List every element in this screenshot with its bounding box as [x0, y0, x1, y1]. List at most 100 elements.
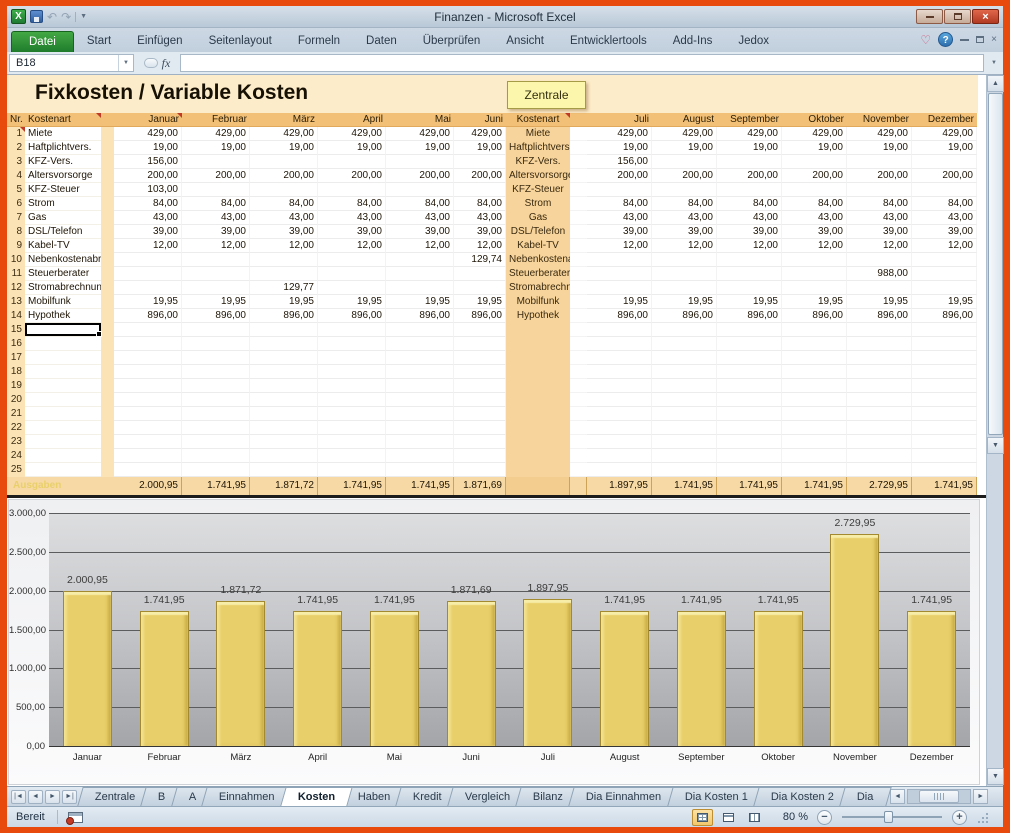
cell[interactable] — [847, 393, 912, 407]
cell[interactable]: 43,00 — [847, 211, 912, 225]
cell[interactable]: 39,00 — [182, 225, 250, 239]
minimize-ribbon-icon[interactable] — [960, 38, 969, 41]
cell[interactable] — [114, 253, 182, 267]
bar-dezember[interactable] — [907, 611, 956, 746]
cell[interactable] — [250, 155, 318, 169]
gap-cell[interactable] — [101, 393, 114, 407]
cell[interactable] — [652, 267, 717, 281]
cost-name-cell[interactable]: Hypothek — [25, 309, 101, 323]
cell[interactable] — [182, 281, 250, 295]
cell[interactable]: 84,00 — [587, 197, 652, 211]
cell[interactable]: 429,00 — [847, 127, 912, 141]
cell[interactable]: 19,95 — [782, 295, 847, 309]
ribbon-tab-add-ins[interactable]: Add-Ins — [660, 31, 726, 52]
cell[interactable] — [912, 379, 977, 393]
cell[interactable] — [454, 323, 506, 337]
scroll-down-icon[interactable]: ▼ — [987, 437, 1004, 454]
cell[interactable] — [652, 253, 717, 267]
header-month-januar[interactable]: Januar — [114, 113, 182, 127]
cell[interactable] — [386, 267, 454, 281]
cell[interactable]: 12,00 — [587, 239, 652, 253]
cell[interactable] — [717, 351, 782, 365]
cell[interactable] — [318, 267, 386, 281]
cell[interactable]: 200,00 — [782, 169, 847, 183]
cell[interactable] — [782, 393, 847, 407]
scroll-right-icon[interactable]: ► — [973, 789, 988, 804]
cell[interactable] — [782, 183, 847, 197]
cell[interactable] — [114, 393, 182, 407]
cell[interactable] — [847, 379, 912, 393]
cell[interactable] — [454, 463, 506, 477]
cell[interactable] — [454, 351, 506, 365]
cell[interactable]: 19,95 — [114, 295, 182, 309]
cell[interactable]: 39,00 — [847, 225, 912, 239]
cell[interactable] — [318, 435, 386, 449]
cell[interactable] — [454, 407, 506, 421]
cell[interactable] — [182, 407, 250, 421]
cell[interactable] — [114, 435, 182, 449]
cell[interactable]: 39,00 — [386, 225, 454, 239]
cost-name-cell[interactable]: KFZ-Vers. — [25, 155, 101, 169]
cell[interactable] — [454, 449, 506, 463]
cell[interactable] — [454, 155, 506, 169]
cell[interactable] — [847, 449, 912, 463]
cost-name-cell[interactable]: Altersvorsorge — [25, 169, 101, 183]
cell[interactable]: 19,95 — [318, 295, 386, 309]
cell[interactable] — [587, 253, 652, 267]
cell[interactable]: 19,00 — [587, 141, 652, 155]
cost-name-cell[interactable]: KFZ-Steuer — [25, 183, 101, 197]
cell[interactable]: 43,00 — [652, 211, 717, 225]
cell[interactable] — [782, 267, 847, 281]
cell[interactable]: 896,00 — [782, 309, 847, 323]
cost-name-cell[interactable]: Miete — [25, 127, 101, 141]
cell[interactable] — [250, 463, 318, 477]
cell[interactable] — [652, 281, 717, 295]
cell[interactable] — [587, 463, 652, 477]
cell[interactable]: 43,00 — [182, 211, 250, 225]
cell[interactable]: 200,00 — [912, 169, 977, 183]
cell[interactable] — [386, 407, 454, 421]
bar-april[interactable] — [293, 611, 342, 746]
cell[interactable]: 19,00 — [182, 141, 250, 155]
cell[interactable] — [386, 281, 454, 295]
sheet-tab-dia-einnahmen[interactable]: Dia Einnahmen — [569, 787, 680, 806]
cell[interactable] — [587, 379, 652, 393]
gap-cell[interactable] — [101, 379, 114, 393]
cell[interactable]: 39,00 — [250, 225, 318, 239]
zentrale-name-cell[interactable] — [506, 393, 570, 407]
cell[interactable] — [652, 365, 717, 379]
cell[interactable] — [250, 449, 318, 463]
cell[interactable] — [454, 267, 506, 281]
ribbon-tab-seitenlayout[interactable]: Seitenlayout — [196, 31, 285, 52]
cell[interactable]: 19,00 — [318, 141, 386, 155]
cell[interactable] — [782, 351, 847, 365]
ribbon-tab-jedox[interactable]: Jedox — [725, 31, 782, 52]
cell[interactable] — [386, 351, 454, 365]
cell[interactable] — [182, 449, 250, 463]
cell[interactable] — [782, 379, 847, 393]
cell[interactable]: 200,00 — [114, 169, 182, 183]
zentrale-name-cell[interactable]: Strom — [506, 197, 570, 211]
zentrale-name-cell[interactable] — [506, 351, 570, 365]
cell[interactable]: 84,00 — [912, 197, 977, 211]
cell[interactable] — [652, 393, 717, 407]
gap-cell[interactable] — [570, 323, 587, 337]
cell[interactable] — [454, 435, 506, 449]
cell[interactable]: 43,00 — [250, 211, 318, 225]
ribbon-tab-start[interactable]: Start — [74, 31, 124, 52]
cell[interactable]: 12,00 — [114, 239, 182, 253]
cell[interactable] — [587, 267, 652, 281]
row-number[interactable]: 6 — [7, 197, 25, 211]
cell[interactable] — [912, 435, 977, 449]
cell[interactable]: 43,00 — [318, 211, 386, 225]
bar-januar[interactable] — [63, 591, 112, 746]
cell[interactable] — [182, 267, 250, 281]
gap-cell[interactable] — [570, 239, 587, 253]
header-month-dezember[interactable]: Dezember — [912, 113, 977, 127]
cell[interactable] — [912, 351, 977, 365]
cost-name-cell[interactable] — [25, 421, 101, 435]
gap-cell[interactable] — [101, 169, 114, 183]
cell[interactable] — [182, 463, 250, 477]
cost-name-cell[interactable]: Strom — [25, 197, 101, 211]
ribbon-tab-überprüfen[interactable]: Überprüfen — [410, 31, 494, 52]
